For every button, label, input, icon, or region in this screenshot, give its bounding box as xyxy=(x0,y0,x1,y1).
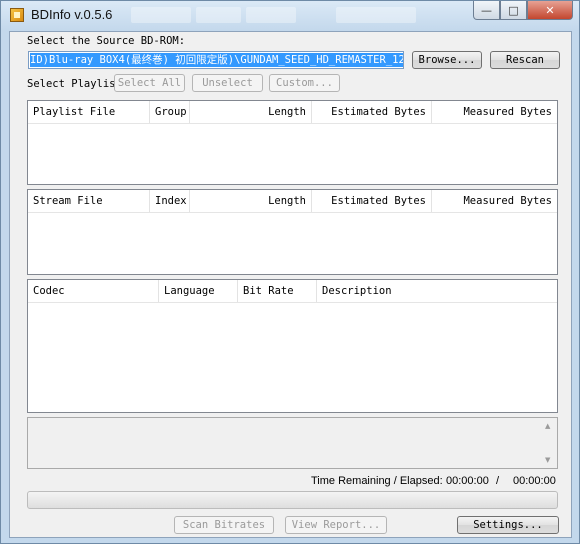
scan-bitrates-button[interactable]: Scan Bitrates xyxy=(174,516,274,534)
background-blur xyxy=(336,7,416,23)
column-header[interactable]: Length xyxy=(190,190,312,212)
client-area: Select the Source BD-ROM: ID)Blu-ray BOX… xyxy=(9,31,572,538)
column-header[interactable]: Stream File xyxy=(28,190,150,212)
column-header[interactable]: Bit Rate xyxy=(238,280,317,302)
report-textbox[interactable]: ▲ ▼ xyxy=(27,417,558,469)
stream-table[interactable]: Stream File Index Length Estimated Bytes… xyxy=(27,189,558,275)
source-path-input[interactable]: ID)Blu-ray BOX4(最终巻) 初回限定版)\GUNDAM_SEED_… xyxy=(28,51,404,69)
window-controls: — □ ✕ xyxy=(473,1,573,20)
window-title: BDInfo v.0.5.6 xyxy=(31,7,113,22)
view-report-button[interactable]: View Report... xyxy=(285,516,387,534)
playlist-table-header: Playlist File Group Length Estimated Byt… xyxy=(28,101,557,124)
scroll-down-icon[interactable]: ▼ xyxy=(545,456,550,464)
settings-button[interactable]: Settings... xyxy=(457,516,559,534)
report-scrollbar[interactable]: ▲ ▼ xyxy=(541,418,557,468)
title-bar[interactable]: BDInfo v.0.5.6 — □ ✕ xyxy=(1,1,579,31)
source-label: Select the Source BD-ROM: xyxy=(27,35,186,47)
column-header[interactable]: Estimated Bytes xyxy=(312,101,432,123)
close-button[interactable]: ✕ xyxy=(527,1,573,20)
select-playlist-label: Select Playlist xyxy=(27,78,122,90)
unselect-button[interactable]: Unselect xyxy=(192,74,263,92)
minimize-icon: — xyxy=(481,3,492,17)
source-path-text: ID)Blu-ray BOX4(最终巻) 初回限定版)\GUNDAM_SEED_… xyxy=(30,53,403,67)
background-blur xyxy=(196,7,241,23)
maximize-icon: □ xyxy=(508,3,519,17)
select-all-button[interactable]: Select All xyxy=(114,74,185,92)
scan-progress-bar xyxy=(27,491,558,509)
codec-table-header: Codec Language Bit Rate Description xyxy=(28,280,557,303)
playlist-table[interactable]: Playlist File Group Length Estimated Byt… xyxy=(27,100,558,185)
column-header[interactable]: Index xyxy=(150,190,190,212)
close-icon: ✕ xyxy=(545,3,555,17)
column-header[interactable]: Codec xyxy=(28,280,159,302)
rescan-button[interactable]: Rescan xyxy=(490,51,560,69)
codec-table[interactable]: Codec Language Bit Rate Description xyxy=(27,279,558,413)
column-header[interactable]: Measured Bytes xyxy=(432,190,557,212)
column-header[interactable]: Group xyxy=(150,101,190,123)
background-blur xyxy=(131,7,191,23)
column-header[interactable]: Description xyxy=(317,280,557,302)
background-blur xyxy=(246,7,296,23)
column-header[interactable]: Length xyxy=(190,101,312,123)
time-label: Time Remaining / Elapsed: xyxy=(311,475,443,487)
bdinfo-window: BDInfo v.0.5.6 — □ ✕ Select the Source B… xyxy=(0,0,580,544)
scroll-up-icon[interactable]: ▲ xyxy=(545,422,550,430)
maximize-button[interactable]: □ xyxy=(500,1,527,20)
browse-button[interactable]: Browse... xyxy=(412,51,482,69)
time-separator: / xyxy=(496,475,500,487)
custom-button[interactable]: Custom... xyxy=(269,74,340,92)
column-header[interactable]: Playlist File xyxy=(28,101,150,123)
stream-table-header: Stream File Index Length Estimated Bytes… xyxy=(28,190,557,213)
column-header[interactable]: Measured Bytes xyxy=(432,101,557,123)
app-icon xyxy=(10,8,24,22)
column-header[interactable]: Estimated Bytes xyxy=(312,190,432,212)
time-remaining: 00:00:00 xyxy=(446,475,489,487)
time-elapsed: 00:00:00 xyxy=(513,475,556,487)
column-header[interactable]: Language xyxy=(159,280,238,302)
minimize-button[interactable]: — xyxy=(473,1,500,20)
